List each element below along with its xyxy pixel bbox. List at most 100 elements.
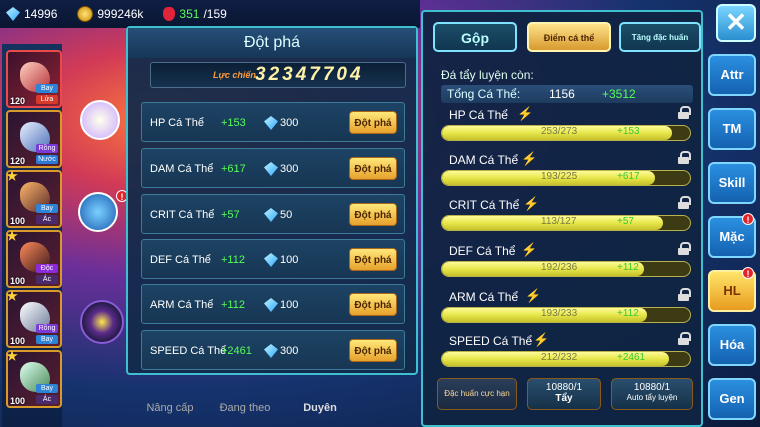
roster-slot[interactable]: Rồng Nước 120: [6, 110, 62, 168]
roster-slot[interactable]: Bay Lửa 120: [6, 50, 62, 108]
element-badge: Ác: [36, 275, 58, 284]
element-badge: Độc: [36, 264, 58, 273]
stat-name: DEF Cá Thể: [449, 244, 516, 258]
stat-count: 193/225: [541, 171, 578, 182]
element-badge: Ác: [36, 395, 58, 404]
menu-skill[interactable]: Skill: [708, 162, 756, 204]
monster-level: 120: [10, 96, 26, 106]
roster-slot[interactable]: Rồng Bay 100: [6, 290, 62, 348]
tab-merge[interactable]: Gộp: [433, 22, 517, 52]
stat-name: SPEED Cá Thể: [449, 334, 533, 348]
stat-row: SPEED Cá Thể ⚡ 212/232 +2461: [441, 332, 693, 378]
gem-icon: [264, 298, 278, 312]
training-panel: Gộp Điểm cá thể Tăng đặc huấn Đá tẩy luy…: [421, 10, 703, 427]
stat-name: ARM Cá Thể: [150, 299, 214, 311]
stat-bonus: +112: [221, 299, 245, 311]
star-icon: [6, 170, 18, 181]
lightning-icon: ⚡: [523, 196, 540, 211]
breakthrough-button[interactable]: Đột phá: [349, 248, 397, 271]
stat-row: HP Cá Thể ⚡ 253/273 +153: [441, 106, 693, 152]
gem-resource: 14996: [6, 7, 57, 21]
gem-icon: [264, 208, 278, 222]
lightning-icon: ⚡: [533, 332, 550, 347]
total-value: 1156: [549, 87, 575, 101]
roster-slot[interactable]: Bay Ác 100: [6, 170, 62, 228]
monster-roster[interactable]: Bay Lửa 120 Rồng Nước 120 Bay Ác 100 Độc Ác 100 …: [2, 44, 62, 427]
extreme-training-button[interactable]: Đặc huấn cực hạn: [437, 378, 517, 410]
stat-count: 193/233: [541, 308, 578, 319]
coin-icon: [77, 6, 94, 22]
gem-cost: 100: [280, 254, 299, 266]
menu-tm[interactable]: TM: [708, 108, 756, 150]
panel-title: Đột phá: [128, 28, 416, 58]
breakthrough-row: DEF Cá Thể +112 100 Đột phá: [141, 239, 405, 279]
lock-icon[interactable]: [678, 288, 691, 301]
stat-name: HP Cá Thể: [150, 117, 205, 129]
stat-name: DAM Cá Thể: [449, 153, 519, 167]
stat-bonus: +153: [221, 117, 246, 129]
stat-gain: +57: [617, 216, 634, 227]
resource-bar: 14996 999246k 351/159: [0, 0, 420, 28]
gem-cost: 300: [280, 163, 299, 175]
combat-power-label: Lực chiến: [213, 70, 256, 80]
gem-icon: [264, 253, 278, 267]
menu-attr[interactable]: Attr: [708, 54, 756, 96]
potion-icon: [163, 7, 176, 21]
total-label: Tổng Cá Thể:: [447, 87, 521, 101]
stat-bonus: +617: [221, 163, 246, 175]
monster-level: 100: [10, 396, 26, 406]
stat-name: CRIT Cá Thể: [150, 209, 215, 221]
wash-button[interactable]: 10880/1 Tẩy: [527, 378, 601, 410]
stat-gain: +2461: [617, 352, 646, 363]
nav-following[interactable]: Đang theo: [215, 402, 275, 414]
tab-special-training[interactable]: Tăng đặc huấn: [619, 22, 701, 52]
lock-icon[interactable]: [678, 196, 691, 209]
stat-count: 113/127: [541, 216, 577, 227]
breakthrough-row: ARM Cá Thể +112 100 Đột phá: [141, 284, 405, 324]
lock-icon[interactable]: [678, 106, 691, 119]
total-row: Tổng Cá Thể: 1156 +3512: [441, 85, 693, 103]
evolve-icon[interactable]: [80, 100, 120, 140]
lightning-icon: ⚡: [521, 151, 538, 166]
roster-slot[interactable]: Độc Ác 100: [6, 230, 62, 288]
close-button[interactable]: ✕: [716, 4, 756, 42]
lock-box-icon[interactable]: [78, 192, 118, 232]
stat-name: HP Cá Thể: [449, 108, 508, 122]
core-orb-icon[interactable]: [80, 300, 124, 344]
auto-wash-button[interactable]: 10880/1 Auto tẩy luyện: [611, 378, 693, 410]
breakthrough-button[interactable]: Đột phá: [349, 111, 397, 134]
stat-gain: +112: [617, 262, 639, 273]
tab-individual-points[interactable]: Điểm cá thể: [527, 22, 611, 52]
menu-transform[interactable]: Hóa: [708, 324, 756, 366]
gem-icon: [264, 344, 278, 358]
nav-affinity[interactable]: Duyên: [290, 402, 350, 414]
breakthrough-button[interactable]: Đột phá: [349, 203, 397, 226]
stat-gain: +617: [617, 171, 640, 182]
breakthrough-row: DAM Cá Thể +617 300 Đột phá: [141, 148, 405, 188]
remaining-label: Đá tẩy luyện còn:: [441, 68, 534, 82]
alert-badge: !: [742, 213, 754, 225]
star-icon: [6, 290, 18, 301]
stat-bonus: +112: [221, 254, 245, 266]
breakthrough-button[interactable]: Đột phá: [349, 293, 397, 316]
lightning-icon: ⚡: [521, 242, 538, 257]
gem-cost: 300: [280, 117, 299, 129]
nav-upgrade[interactable]: Nâng cấp: [140, 402, 200, 414]
breakthrough-button[interactable]: Đột phá: [349, 339, 397, 362]
lock-icon[interactable]: [678, 332, 691, 345]
roster-slot[interactable]: Bay Ác 100: [6, 350, 62, 408]
element-badge: Bay: [36, 84, 58, 93]
breakthrough-button[interactable]: Đột phá: [349, 157, 397, 180]
element-badge: Lửa: [36, 95, 58, 104]
stat-name: ARM Cá Thể: [449, 290, 519, 304]
combat-power-value: 32347704: [255, 64, 364, 85]
gem-icon: [264, 116, 278, 130]
stat-row: DAM Cá Thể ⚡ 193/225 +617: [441, 151, 693, 197]
element-badge: Bay: [36, 384, 58, 393]
breakthrough-row: HP Cá Thể +153 300 Đột phá: [141, 102, 405, 142]
lock-icon[interactable]: [678, 242, 691, 255]
lock-icon[interactable]: [678, 151, 691, 164]
menu-gen[interactable]: Gen: [708, 378, 756, 420]
element-badge: Bay: [36, 204, 58, 213]
monster-level: 100: [10, 276, 26, 286]
